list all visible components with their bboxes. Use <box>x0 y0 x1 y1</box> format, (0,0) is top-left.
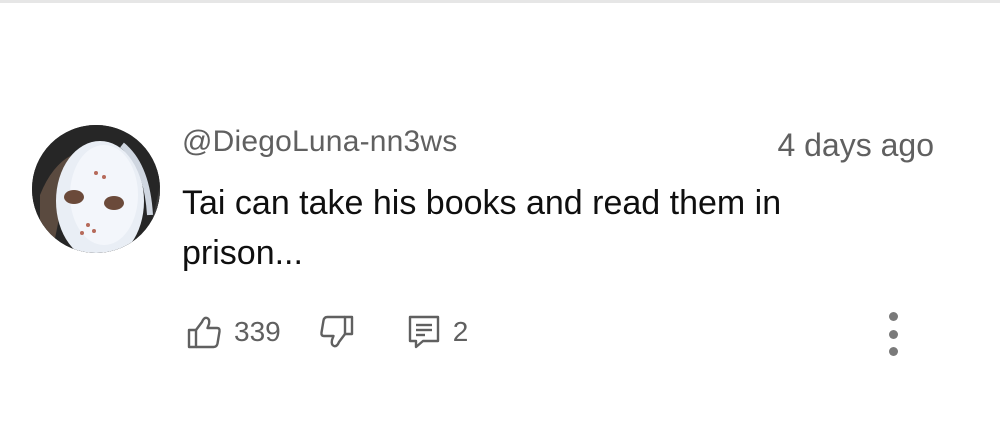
thumbs-up-icon <box>187 316 221 349</box>
more-options-button[interactable] <box>878 306 908 362</box>
comment-actions: 339 2 <box>186 310 468 354</box>
comment-author[interactable]: @DiegoLuna-nn3ws <box>182 125 458 159</box>
reply-button[interactable]: 2 <box>407 314 469 350</box>
like-count: 339 <box>234 316 281 347</box>
reply-count: 2 <box>452 316 469 347</box>
more-vertical-icon-dot <box>888 329 898 339</box>
avatar[interactable] <box>32 125 160 253</box>
avatar-image <box>32 125 160 253</box>
reply-comment-icon <box>408 315 439 349</box>
like-button[interactable]: 339 <box>186 314 281 350</box>
comment-timestamp: 4 days ago <box>777 127 934 163</box>
comment-text: Tai can take his books and read them in … <box>182 184 782 272</box>
more-vertical-icon <box>888 312 898 321</box>
thumbs-down-icon <box>319 315 353 348</box>
dislike-button[interactable] <box>319 314 355 350</box>
more-vertical-icon-dot <box>888 347 898 356</box>
comment-item: @DiegoLuna-nn3ws 4 days ago Tai can take… <box>0 0 1000 430</box>
